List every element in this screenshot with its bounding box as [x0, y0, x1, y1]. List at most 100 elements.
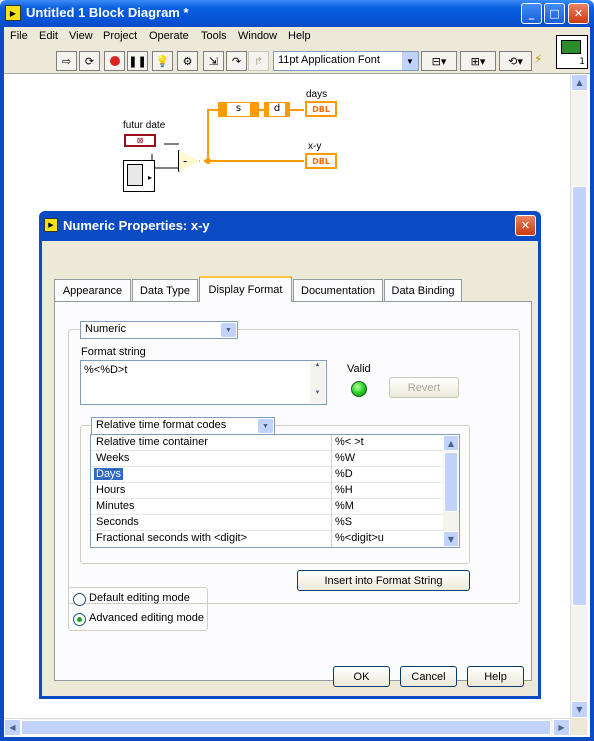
clean-up-diagram-icon[interactable]: ⚡ — [534, 52, 556, 70]
format-string-field[interactable]: %<%D>t ▲ ▼ — [80, 360, 327, 405]
insert-into-format-string-button[interactable]: Insert into Format String — [297, 570, 470, 591]
menu-view[interactable]: View — [69, 30, 93, 42]
seconds-unit-label: s — [235, 103, 242, 114]
seconds-unit-node[interactable]: s — [218, 102, 259, 117]
scroll-left-icon[interactable]: ◀ — [4, 719, 21, 736]
scroll-corner — [570, 718, 587, 735]
default-editing-mode-label[interactable]: Default editing mode — [89, 592, 190, 604]
days-unit-label: d — [273, 103, 281, 114]
table-row[interactable]: Weeks %W — [91, 451, 459, 467]
menu-file[interactable]: File — [10, 30, 28, 42]
codes-table-scrollbar[interactable]: ▲ ▼ — [443, 435, 459, 547]
menu-help[interactable]: Help — [288, 30, 311, 42]
revert-button[interactable]: Revert — [389, 377, 459, 398]
codes-select[interactable]: Relative time format codes ▼ — [91, 417, 275, 435]
valid-led-icon — [351, 381, 367, 397]
table-row[interactable]: Hours %H — [91, 483, 459, 499]
tab-documentation[interactable]: Documentation — [293, 279, 383, 301]
table-row[interactable]: Fractional seconds with <digit> %<digit>u — [91, 531, 459, 547]
abort-icon[interactable] — [104, 51, 125, 71]
ok-button[interactable]: OK — [333, 666, 390, 687]
type-select[interactable]: Numeric ▼ — [80, 321, 238, 339]
window-frame-right — [590, 27, 594, 741]
window-frame-bottom — [0, 737, 594, 741]
codes-scroll-thumb[interactable] — [444, 452, 458, 512]
code-value: %M — [335, 500, 354, 512]
tab-data-type[interactable]: Data Type — [132, 279, 198, 301]
vertical-scroll-thumb[interactable] — [572, 186, 587, 606]
code-value: %< >t — [335, 436, 364, 448]
code-name: Weeks — [96, 452, 130, 464]
minimize-button[interactable]: _ — [521, 3, 542, 24]
scroll-down-icon[interactable]: ▼ — [443, 531, 459, 547]
menu-bar: File Edit View Project Operate Tools Win… — [4, 27, 590, 47]
days-indicator[interactable]: DBL — [305, 101, 337, 117]
reorder-icon[interactable]: ⟲▾ — [499, 51, 532, 71]
table-row[interactable]: Relative time container %< >t — [91, 435, 459, 451]
scroll-down-icon[interactable]: ▼ — [571, 701, 588, 718]
format-string-scrollbar[interactable]: ▲ ▼ — [310, 362, 325, 403]
chevron-down-icon: ▼ — [402, 52, 418, 70]
code-value: %<digit>u — [335, 532, 384, 544]
scroll-up-icon[interactable]: ▲ — [443, 435, 459, 451]
code-name: Fractional seconds with <digit> — [96, 532, 248, 544]
days-unit-node[interactable]: d — [264, 102, 290, 117]
horizontal-scrollbar[interactable]: ◀ ▶ — [4, 718, 570, 736]
code-value: %S — [335, 516, 353, 528]
xy-indicator-label: x-y — [308, 141, 322, 152]
step-into-icon[interactable]: ⇲ — [203, 51, 224, 71]
close-button[interactable]: ✕ — [568, 3, 589, 24]
window-titlebar[interactable]: ▶ Untitled 1 Block Diagram * _ □ ✕ — [0, 0, 594, 27]
menu-edit[interactable]: Edit — [39, 30, 58, 42]
dialog-title: Numeric Properties: x-y — [63, 218, 210, 233]
pause-icon[interactable]: ❚❚ — [127, 51, 148, 71]
tab-display-format[interactable]: Display Format — [199, 276, 292, 302]
chevron-down-icon: ▼ — [258, 419, 273, 433]
dialog-close-button[interactable]: ✕ — [515, 215, 536, 236]
vi-icon: 1 — [556, 35, 588, 69]
code-name: Hours — [96, 484, 126, 496]
scroll-up-icon[interactable]: ▲ — [571, 74, 588, 91]
font-select[interactable]: 11pt Application Font ▼ — [273, 51, 419, 71]
cancel-button[interactable]: Cancel — [400, 666, 457, 687]
maximize-button[interactable]: □ — [544, 3, 565, 24]
get-date-time-function[interactable]: ▸ — [123, 160, 155, 192]
highlight-execution-icon[interactable]: 💡 — [152, 51, 173, 71]
window-title: Untitled 1 Block Diagram * — [26, 5, 189, 20]
code-name: Seconds — [96, 516, 139, 528]
days-indicator-label: days — [306, 89, 328, 100]
horizontal-scroll-thumb[interactable] — [21, 720, 551, 735]
code-value: %H — [335, 484, 353, 496]
distribute-objects-icon[interactable]: ⊞▾ — [460, 51, 496, 71]
tab-data-binding[interactable]: Data Binding — [384, 279, 462, 301]
run-continuously-icon[interactable]: ⟳ — [79, 51, 100, 71]
advanced-editing-mode-label[interactable]: Advanced editing mode — [89, 612, 204, 624]
tab-appearance[interactable]: Appearance — [54, 279, 131, 301]
advanced-editing-mode-radio[interactable] — [73, 613, 86, 626]
table-row[interactable]: Seconds %S — [91, 515, 459, 531]
menu-tools[interactable]: Tools — [201, 30, 227, 42]
codes-table[interactable]: Relative time container %< >t Weeks %W Day… — [90, 434, 460, 548]
code-name: Minutes — [96, 500, 135, 512]
step-over-icon[interactable]: ↷ — [226, 51, 247, 71]
table-row-selected[interactable]: Days %D — [91, 467, 459, 483]
font-select-value: 11pt Application Font — [278, 54, 380, 66]
vertical-scrollbar[interactable]: ▲ ▼ — [570, 74, 588, 718]
run-arrow-icon[interactable]: ⇨ — [56, 51, 77, 71]
code-value: %D — [335, 468, 353, 480]
align-objects-icon[interactable]: ⊟▾ — [421, 51, 457, 71]
table-row[interactable]: Minutes %M — [91, 499, 459, 515]
numeric-properties-dialog: ▶ Numeric Properties: x-y ✕ Appearance D… — [39, 211, 541, 699]
help-button[interactable]: Help — [467, 666, 524, 687]
scroll-right-icon[interactable]: ▶ — [553, 719, 570, 736]
menu-window[interactable]: Window — [238, 30, 277, 42]
retain-wire-values-icon[interactable]: ⚙ — [177, 51, 198, 71]
default-editing-mode-radio[interactable] — [73, 593, 86, 606]
labview-dialog-icon: ▶ — [44, 218, 58, 232]
format-string-value: %<%D>t — [84, 364, 128, 376]
labview-app-icon: ▶ — [5, 5, 21, 21]
menu-project[interactable]: Project — [103, 30, 137, 42]
futur-date-control[interactable]: ⊠ — [124, 134, 156, 147]
xy-indicator[interactable]: DBL — [305, 153, 337, 169]
menu-operate[interactable]: Operate — [149, 30, 189, 42]
